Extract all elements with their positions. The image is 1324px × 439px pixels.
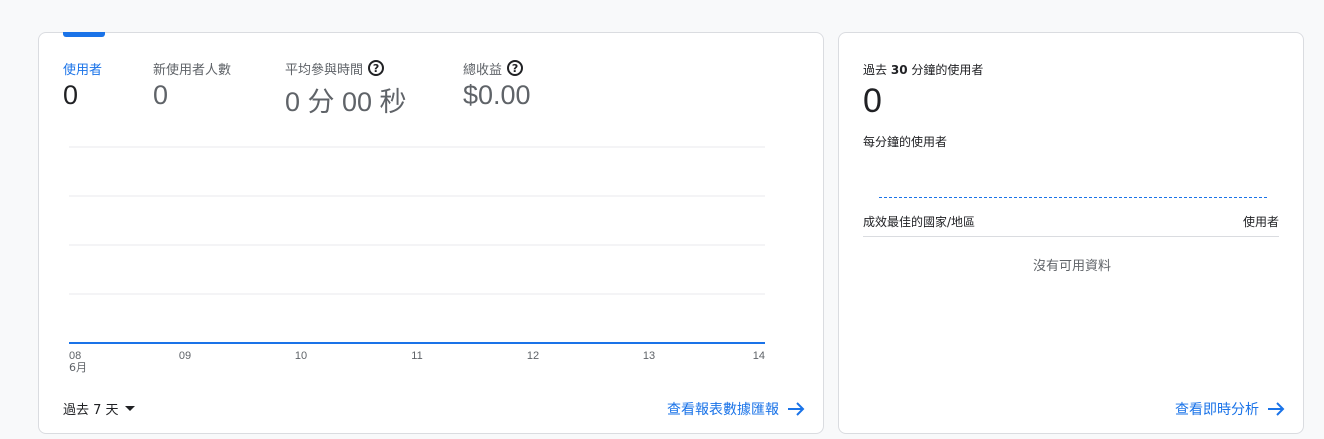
realtime-users-value: 0 [863, 82, 882, 120]
x-tick-label: 14 [753, 350, 765, 362]
realtime-title: 過去 30 分鐘的使用者 [863, 63, 984, 77]
view-realtime-label: 查看即時分析 [1175, 402, 1259, 418]
arrow-right-icon [1268, 402, 1285, 416]
view-report-label: 查看報表數據匯報 [667, 402, 779, 418]
date-range-dropdown[interactable]: 過去 7 天 [63, 399, 135, 418]
country-table-header: 成效最佳的國家/地區 使用者 [863, 213, 1279, 237]
overview-card: 使用者 0 新使用者人數 0 平均參與時間 ? 0 分 00 秒 總收益 ? $… [38, 32, 824, 434]
x-tick-label: 10 [295, 350, 307, 362]
caret-down-icon [124, 406, 135, 411]
realtime-card: 過去 30 分鐘的使用者 0 每分鐘的使用者 成效最佳的國家/地區 使用者 沒有… [838, 32, 1304, 434]
users-line-chart: 08 09 10 11 12 13 146月 [69, 146, 765, 374]
empty-state-text: 沒有可用資料 [1032, 259, 1111, 274]
country-column-header: 成效最佳的國家/地區 [863, 215, 976, 229]
x-month-label: 6月 [69, 361, 87, 374]
per-minute-label: 每分鐘的使用者 [863, 135, 948, 149]
view-report-link[interactable]: 查看報表數據匯報 [667, 399, 805, 419]
date-range-label: 過去 7 天 [63, 403, 119, 418]
per-minute-sparkline [879, 197, 1267, 198]
arrow-right-icon [788, 402, 805, 416]
users-column-header: 使用者 [1242, 215, 1279, 229]
x-tick-label: 13 [643, 350, 655, 362]
view-realtime-link[interactable]: 查看即時分析 [1175, 399, 1285, 419]
x-tick-label: 11 [411, 350, 422, 362]
x-tick-label: 12 [527, 350, 539, 362]
x-tick-label: 09 [179, 350, 191, 362]
